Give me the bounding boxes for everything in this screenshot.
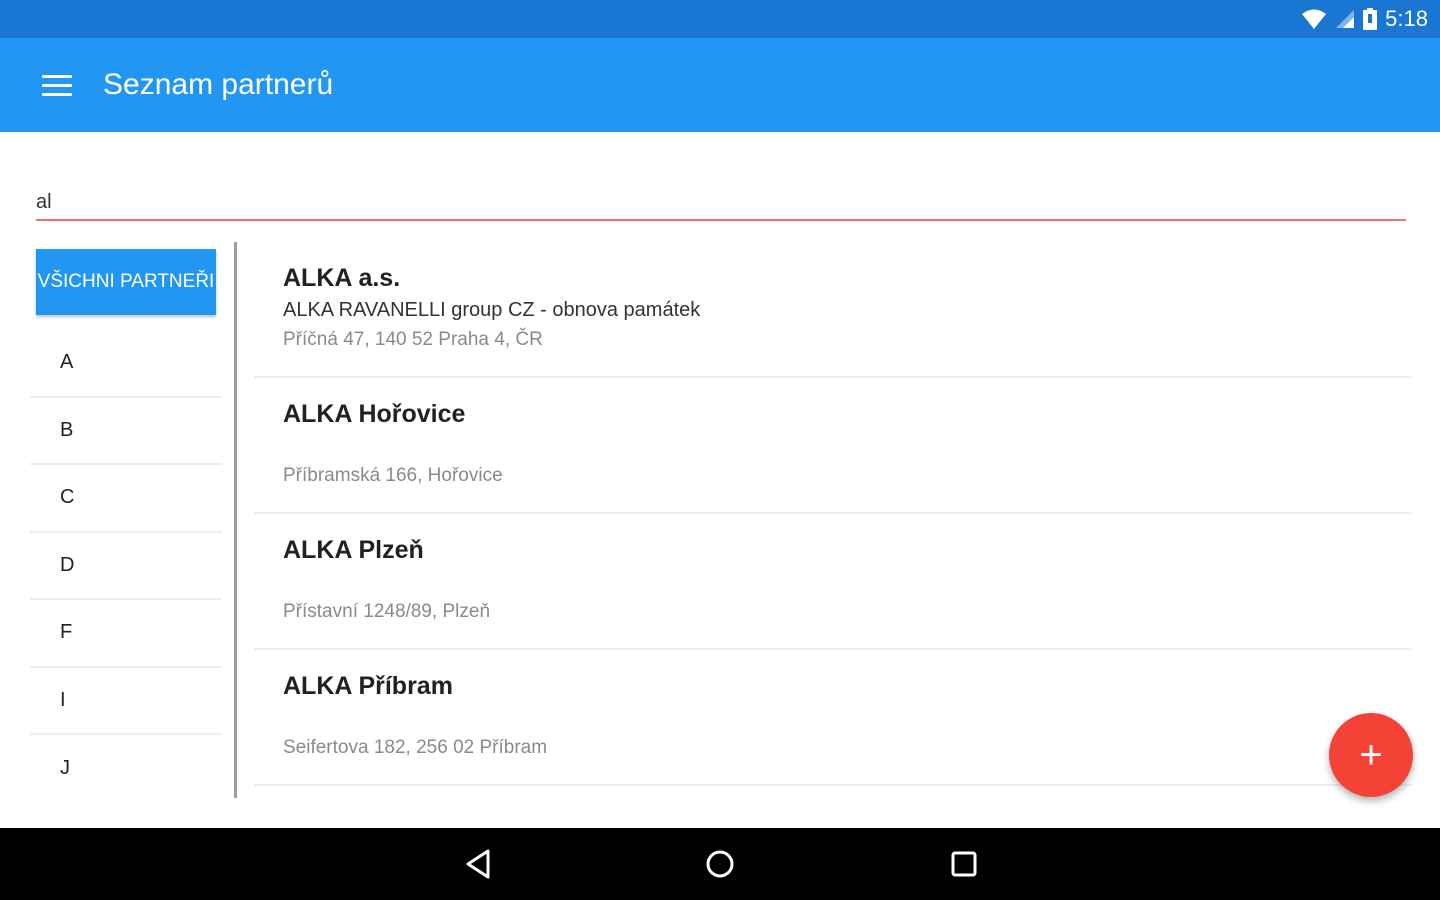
back-icon[interactable]: [458, 846, 498, 882]
partner-description: ALKA RAVANELLI group CZ - obnova památek: [283, 299, 701, 321]
letter-item-d[interactable]: D: [30, 533, 222, 600]
letter-item-c[interactable]: C: [30, 465, 222, 533]
partner-address: Příčná 47, 140 52 Praha 4, ČR: [283, 329, 543, 350]
partner-name: ALKA Plzeň: [283, 536, 424, 564]
partner-address: Příbramská 166, Hořovice: [283, 465, 503, 486]
home-icon[interactable]: [700, 846, 740, 882]
partner-list-item[interactable]: ALKA a.s. ALKA RAVANELLI group CZ - obno…: [254, 242, 1412, 378]
panel-divider: [234, 242, 237, 798]
all-partners-button[interactable]: VŠICHNI PARTNEŘI: [36, 249, 216, 315]
letter-item-j[interactable]: J: [30, 735, 222, 803]
status-bar: 5:18: [0, 0, 1440, 38]
letter-item-b[interactable]: B: [30, 398, 222, 465]
status-icons: 5:18: [1301, 6, 1428, 32]
partner-list-item[interactable]: ALKA Hořovice Příbramská 166, Hořovice: [254, 378, 1412, 514]
hamburger-menu-icon[interactable]: [42, 68, 80, 102]
recents-icon[interactable]: [944, 846, 984, 882]
app-toolbar: Seznam partnerů: [0, 38, 1440, 132]
page-title: Seznam partnerů: [103, 68, 334, 101]
wifi-icon: [1302, 9, 1327, 29]
partner-list-item[interactable]: ALKA Plzeň Přístavní 1248/89, Plzeň: [254, 514, 1412, 650]
letter-item-f[interactable]: F: [30, 600, 222, 668]
plus-icon: +: [1359, 732, 1383, 777]
letter-item-i[interactable]: I: [30, 668, 222, 735]
letter-item-a[interactable]: A: [30, 330, 222, 398]
partner-list: ALKA a.s. ALKA RAVANELLI group CZ - obno…: [254, 242, 1412, 786]
partner-address: Přístavní 1248/89, Plzeň: [283, 601, 491, 622]
partner-name: ALKA Hořovice: [283, 400, 466, 428]
system-nav-bar: [0, 828, 1440, 900]
cellular-signal-icon: [1336, 10, 1355, 28]
partner-name: ALKA Příbram: [283, 672, 453, 700]
partner-list-item[interactable]: ALKA Příbram Seifertova 182, 256 02 Příb…: [254, 650, 1412, 786]
search-field: [36, 186, 1406, 222]
partner-address: Seifertova 182, 256 02 Příbram: [283, 737, 548, 758]
add-partner-button[interactable]: +: [1329, 713, 1413, 797]
letter-list: A B C D F I J: [30, 330, 222, 803]
search-input[interactable]: [36, 186, 1406, 219]
letter-index-panel: VŠICHNI PARTNEŘI A B C D F I J: [30, 240, 236, 800]
partner-name: ALKA a.s.: [283, 264, 401, 292]
battery-icon: [1363, 8, 1378, 30]
search-underline: [36, 219, 1406, 221]
status-time: 5:18: [1385, 6, 1428, 31]
